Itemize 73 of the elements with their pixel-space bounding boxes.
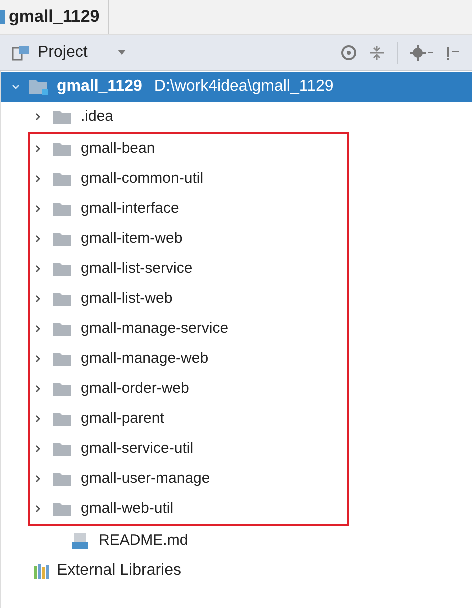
chevron-right-icon[interactable]: [33, 294, 43, 304]
hide-panel-icon[interactable]: [446, 44, 460, 60]
settings-icon[interactable]: [410, 44, 434, 60]
project-path: D:\work4idea\gmall_1129: [154, 77, 334, 97]
chevron-right-icon[interactable]: [33, 204, 43, 214]
tree-item[interactable]: gmall-user-manage: [28, 464, 349, 494]
tree-item[interactable]: .idea: [1, 102, 472, 132]
folder-icon: [53, 322, 71, 336]
markdown-file-icon: [71, 532, 89, 550]
tree-item[interactable]: gmall-manage-service: [28, 314, 349, 344]
folder-icon: [53, 232, 71, 246]
project-view-icon: [12, 44, 30, 60]
folder-icon: [53, 202, 71, 216]
tree-item[interactable]: gmall-order-web: [28, 374, 349, 404]
libraries-icon: [33, 563, 51, 579]
folder-icon: [53, 382, 71, 396]
tree-item-label: gmall-item-web: [81, 228, 183, 249]
tree-item-label: gmall-service-util: [81, 438, 194, 459]
collapse-all-icon[interactable]: [369, 44, 385, 60]
tree-item[interactable]: gmall-bean: [28, 132, 349, 164]
dropdown-icon[interactable]: [118, 50, 126, 56]
external-libraries-item[interactable]: External Libraries: [57, 559, 182, 583]
chevron-right-icon[interactable]: [33, 234, 43, 244]
tree-item-label: gmall-order-web: [81, 378, 190, 399]
view-selector[interactable]: Project: [38, 40, 118, 64]
tree-item-label: gmall-user-manage: [81, 468, 210, 489]
tree-item[interactable]: gmall-service-util: [28, 434, 349, 464]
tree-item-label: gmall-manage-web: [81, 348, 209, 369]
folder-icon: [53, 472, 71, 486]
chevron-right-icon[interactable]: [33, 384, 43, 394]
folder-icon: [53, 442, 71, 456]
tree-item-label: gmall-list-web: [81, 288, 173, 309]
tree-item[interactable]: gmall-common-util: [28, 164, 349, 194]
folder-icon: [53, 352, 71, 366]
chevron-right-icon[interactable]: [33, 504, 43, 514]
tree-item-label: gmall-parent: [81, 408, 164, 429]
folder-icon: [53, 142, 71, 156]
tree-item-label: gmall-bean: [81, 138, 156, 159]
tree-item[interactable]: README.md: [1, 526, 472, 556]
chevron-down-icon[interactable]: [11, 82, 21, 92]
chevron-right-icon[interactable]: [33, 144, 43, 154]
tree-item[interactable]: gmall-manage-web: [28, 344, 349, 374]
target-icon[interactable]: [341, 44, 357, 60]
tree-item-label: gmall-web-util: [81, 498, 174, 519]
folder-icon: [53, 110, 71, 124]
module-folder-icon: [29, 79, 49, 95]
tree-root-item[interactable]: gmall_1129 D:\work4idea\gmall_1129: [1, 72, 472, 102]
tree-item-label: gmall-manage-service: [81, 318, 229, 339]
folder-icon: [53, 412, 71, 426]
chevron-right-icon[interactable]: [33, 474, 43, 484]
tree-item[interactable]: gmall-list-service: [28, 254, 349, 284]
tree-item-label: README.md: [99, 530, 188, 551]
folder-icon: [53, 262, 71, 276]
tree-item-label: gmall-interface: [81, 198, 180, 219]
tree-item-label: gmall-common-util: [81, 168, 204, 189]
chevron-right-icon[interactable]: [33, 112, 43, 122]
folder-icon: [53, 502, 71, 516]
tree-item-label: gmall-list-service: [81, 258, 193, 279]
tree-item[interactable]: gmall-item-web: [28, 224, 349, 254]
folder-icon: [53, 172, 71, 186]
tree-item[interactable]: gmall-list-web: [28, 284, 349, 314]
chevron-right-icon[interactable]: [33, 324, 43, 334]
chevron-right-icon[interactable]: [33, 174, 43, 184]
project-name: gmall_1129: [57, 77, 142, 97]
tree-item[interactable]: gmall-web-util: [28, 494, 349, 526]
tree-item[interactable]: gmall-parent: [28, 404, 349, 434]
tree-item-label: .idea: [81, 106, 114, 127]
chevron-right-icon[interactable]: [33, 264, 43, 274]
chevron-right-icon[interactable]: [33, 444, 43, 454]
folder-icon: [53, 292, 71, 306]
chevron-right-icon[interactable]: [33, 354, 43, 364]
chevron-right-icon[interactable]: [33, 414, 43, 424]
tree-item[interactable]: gmall-interface: [28, 194, 349, 224]
